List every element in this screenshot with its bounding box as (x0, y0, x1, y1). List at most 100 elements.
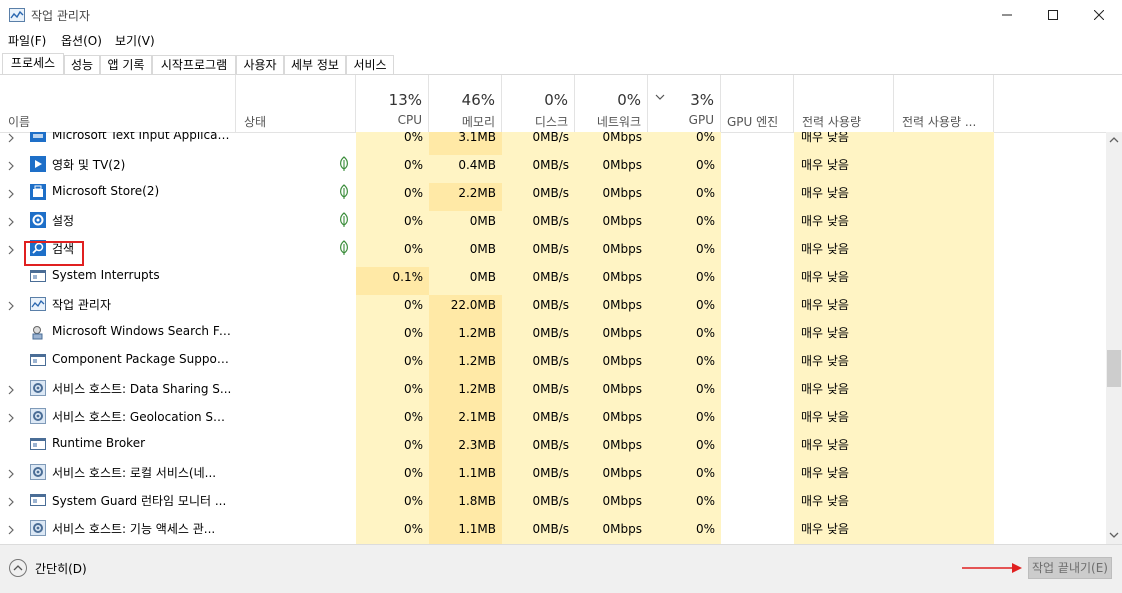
end-task-button[interactable]: 작업 끝내기(E) (1028, 557, 1112, 579)
minimize-button[interactable] (984, 0, 1030, 30)
text-input-icon (30, 132, 46, 144)
tab-startup[interactable]: 시작프로그램 (152, 55, 236, 74)
column-header: 이름 상태 13% CPU 46% 메모리 0% 디스크 0% 네트워크 3% … (0, 75, 1106, 133)
table-row[interactable]: System Guard 런타임 모니터 ... 0% 1.8MB 0MB/s 0Mbp… (0, 491, 1106, 519)
gpu-value: 0% (648, 351, 721, 379)
net-value: 0Mbps (575, 211, 648, 239)
service-host-icon (30, 408, 46, 424)
tab-processes[interactable]: 프로세스 (2, 53, 64, 75)
table-row[interactable]: 설정 0% 0MB 0MB/s 0Mbps 0% 매우 낮음 (0, 211, 1106, 239)
chevron-right-icon[interactable] (8, 185, 18, 203)
table-row[interactable]: Microsoft Text Input Application 0% 3.1MB 0… (0, 132, 1106, 155)
net-value: 0Mbps (575, 323, 648, 351)
menu-options[interactable]: 옵션(O) (61, 32, 102, 49)
chevron-right-icon[interactable] (8, 213, 18, 231)
table-row[interactable]: Microsoft Store(2) 0% 2.2MB 0MB/s 0Mbps 0% 매우 … (0, 183, 1106, 211)
service-host-icon (30, 464, 46, 480)
tab-details[interactable]: 세부 정보 (284, 55, 346, 74)
settings-icon (30, 212, 46, 228)
table-row[interactable]: System Interrupts 0.1% 0MB 0MB/s 0Mbps 0% 매우 낮… (0, 267, 1106, 295)
table-row[interactable]: 작업 관리자 0% 22.0MB 0MB/s 0Mbps 0% 매우 낮음 (0, 295, 1106, 323)
gpu-engine-value (721, 323, 794, 351)
gpu-engine-value (721, 295, 794, 323)
header-network[interactable]: 0% 네트워크 (575, 75, 648, 132)
menu-view[interactable]: 보기(V) (115, 32, 155, 49)
header-power[interactable]: 전력 사용량 (794, 75, 894, 132)
minimize-icon (1002, 14, 1012, 16)
header-gpu-engine[interactable]: GPU 엔진 (721, 75, 794, 132)
net-value: 0Mbps (575, 132, 648, 155)
header-gpu[interactable]: 3% GPU (648, 75, 721, 132)
system-window-icon (30, 268, 46, 284)
scroll-up-icon[interactable] (1109, 137, 1119, 143)
process-name: Runtime Broker (52, 436, 146, 450)
tab-performance[interactable]: 성능 (64, 55, 100, 74)
table-row[interactable]: Microsoft Windows Search Filt... 0% 1.2MB 0… (0, 323, 1106, 351)
menu-file[interactable]: 파일(F) (8, 32, 46, 49)
process-name: 영화 및 TV(2) (52, 158, 126, 172)
fewer-details-button[interactable]: 간단히(D) (35, 560, 87, 577)
header-power-trend[interactable]: 전력 사용량 ... (894, 75, 994, 132)
table-row[interactable]: 서비스 호스트: Geolocation Ser... 0% 2.1MB 0MB/s 0… (0, 407, 1106, 435)
gpu-value: 0% (648, 211, 721, 239)
disk-value: 0MB/s (502, 183, 575, 211)
scroll-down-icon[interactable] (1109, 532, 1119, 538)
process-name: 서비스 호스트: 기능 액세스 관... (52, 522, 216, 536)
chevron-right-icon[interactable] (8, 241, 18, 259)
search-filter-icon (30, 324, 46, 340)
net-value: 0Mbps (575, 183, 648, 211)
chevron-right-icon[interactable] (8, 381, 18, 399)
table-row[interactable]: Component Package Support ... 0% 1.2MB 0MB/… (0, 351, 1106, 379)
header-disk[interactable]: 0% 디스크 (502, 75, 575, 132)
table-row[interactable]: 서비스 호스트: 로컬 서비스(네... 0% 1.1MB 0MB/s 0Mbps 0% 매… (0, 463, 1106, 491)
chevron-right-icon[interactable] (8, 132, 18, 147)
close-button[interactable] (1076, 0, 1122, 30)
vertical-scrollbar[interactable] (1106, 132, 1122, 544)
net-value: 0Mbps (575, 435, 648, 463)
system-window-icon (30, 492, 46, 508)
header-memory[interactable]: 46% 메모리 (429, 75, 502, 132)
net-value: 0Mbps (575, 295, 648, 323)
power-trend-value (894, 407, 994, 435)
net-value: 0Mbps (575, 519, 648, 544)
chevron-up-circle-icon[interactable] (9, 559, 27, 577)
power-trend-value (894, 379, 994, 407)
cpu-value: 0% (356, 211, 429, 239)
gpu-value: 0% (648, 295, 721, 323)
gpu-engine-value (721, 463, 794, 491)
power-usage-value: 매우 낮음 (794, 491, 894, 519)
process-name: 작업 관리자 (52, 298, 112, 312)
tab-app-history[interactable]: 앱 기록 (100, 55, 152, 74)
maximize-button[interactable] (1030, 0, 1076, 30)
process-name: Microsoft Store(2) (52, 184, 160, 198)
header-status[interactable]: 상태 (236, 75, 356, 132)
power-usage-value: 매우 낮음 (794, 435, 894, 463)
table-row[interactable]: 영화 및 TV(2) 0% 0.4MB 0MB/s 0Mbps 0% 매우 낮음 (0, 155, 1106, 183)
table-row[interactable]: 검색 0% 0MB 0MB/s 0Mbps 0% 매우 낮음 (0, 239, 1106, 267)
cpu-value: 0% (356, 183, 429, 211)
chevron-right-icon[interactable] (8, 157, 18, 175)
mem-value: 1.2MB (429, 379, 502, 407)
tab-services[interactable]: 서비스 (346, 55, 394, 74)
chevron-right-icon[interactable] (8, 493, 18, 511)
annotation-highlight-box (24, 241, 84, 266)
table-row[interactable]: Runtime Broker 0% 2.3MB 0MB/s 0Mbps 0% 매우 낮음 (0, 435, 1106, 463)
chevron-right-icon[interactable] (8, 409, 18, 427)
cpu-total: 13% (388, 91, 422, 109)
chevron-right-icon[interactable] (8, 465, 18, 483)
table-row[interactable]: 서비스 호스트: Data Sharing S... 0% 1.2MB 0MB/s 0M… (0, 379, 1106, 407)
suspended-leaf-icon (338, 212, 350, 228)
scrollbar-thumb[interactable] (1107, 350, 1121, 387)
chevron-right-icon[interactable] (8, 297, 18, 315)
header-name[interactable]: 이름 (0, 75, 236, 132)
tab-users[interactable]: 사용자 (236, 55, 284, 74)
sort-chevron-down-icon (655, 94, 665, 100)
header-cpu[interactable]: 13% CPU (356, 75, 429, 132)
chevron-right-icon[interactable] (8, 521, 18, 539)
header-gpu-label: GPU (688, 113, 714, 127)
disk-value: 0MB/s (502, 379, 575, 407)
memory-total: 46% (461, 91, 495, 109)
power-usage-value: 매우 낮음 (794, 295, 894, 323)
gpu-value: 0% (648, 239, 721, 267)
table-row[interactable]: 서비스 호스트: 기능 액세스 관... 0% 1.1MB 0MB/s 0Mbps 0% 매… (0, 519, 1106, 544)
